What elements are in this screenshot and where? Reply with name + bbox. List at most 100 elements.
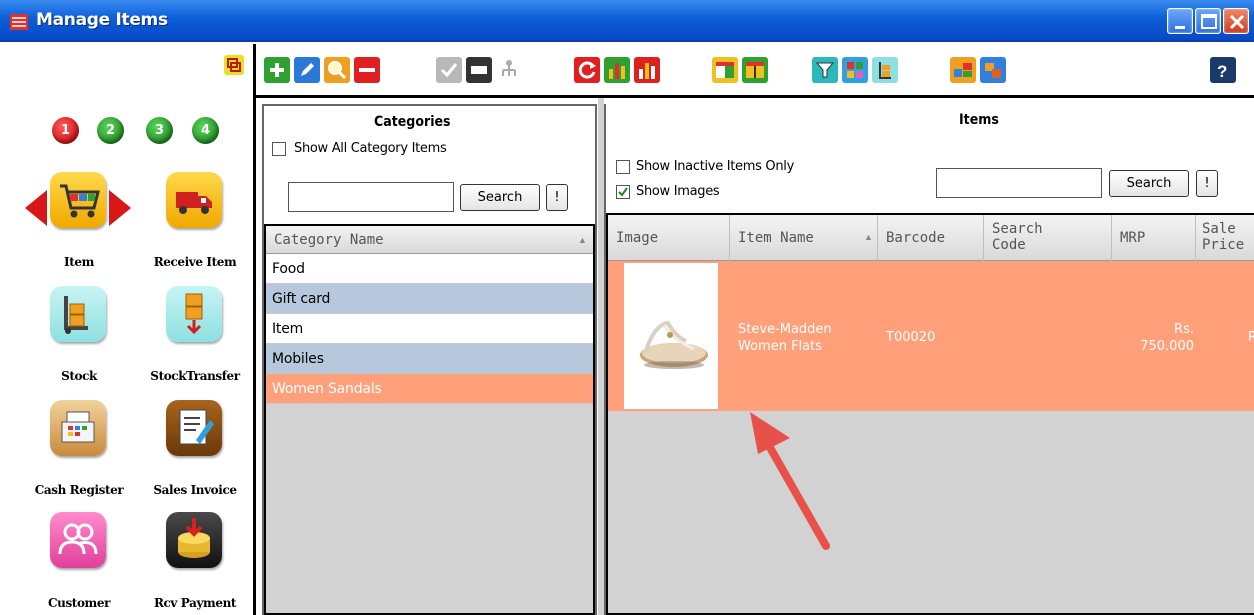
bar-chart-icon bbox=[609, 63, 625, 79]
items-pane: Items Show Inactive Items Only Show Imag… bbox=[604, 104, 1254, 615]
sort-ascending-icon: ▲ bbox=[864, 232, 873, 242]
receive-payment-icon bbox=[178, 518, 210, 558]
list-item[interactable]: Food bbox=[266, 254, 593, 284]
chart-red-button[interactable] bbox=[634, 57, 660, 83]
sale-price-column-header[interactable]: Sale Price bbox=[1196, 215, 1254, 261]
svg-text:?: ? bbox=[1217, 62, 1227, 81]
list-item[interactable]: Gift card bbox=[266, 284, 593, 314]
shopping-cart-icon bbox=[60, 184, 100, 218]
nav-tile-sales-invoice[interactable] bbox=[166, 400, 222, 456]
stock-button[interactable] bbox=[872, 57, 898, 83]
nav-label-stocktransfer: StockTransfer bbox=[150, 369, 240, 383]
nav-tile-item[interactable] bbox=[50, 172, 106, 228]
nav-label-receive-item: Receive Item bbox=[153, 255, 237, 269]
price-tag-icon bbox=[471, 66, 487, 74]
show-inactive-items-checkbox[interactable] bbox=[616, 160, 630, 174]
maximize-button[interactable] bbox=[1195, 8, 1221, 34]
nav-tile-receive-item[interactable] bbox=[166, 172, 222, 228]
toolbar: ? bbox=[256, 44, 1254, 98]
nav-label-cash-register: Cash Register bbox=[34, 483, 124, 497]
title-bar: Manage Items bbox=[0, 0, 1254, 42]
item-name-column-header[interactable]: Item Name bbox=[730, 215, 878, 261]
filter-icon bbox=[815, 62, 835, 78]
cash-register-icon bbox=[61, 411, 95, 443]
approve-button[interactable] bbox=[436, 57, 462, 83]
delivery-truck-icon bbox=[176, 192, 212, 214]
shopping-cart-icon bbox=[10, 14, 28, 30]
edit-button[interactable] bbox=[294, 57, 320, 83]
help-button[interactable]: ? bbox=[1210, 57, 1236, 83]
nav-label-rcv-payment: Rcv Payment bbox=[153, 596, 237, 610]
list-item[interactable]: Mobiles bbox=[266, 344, 593, 374]
sort-ascending-icon: ▲ bbox=[578, 235, 587, 245]
add-icon bbox=[270, 63, 284, 77]
checkmark-icon bbox=[618, 187, 628, 197]
barcode-cell: T00020 bbox=[886, 330, 936, 345]
tree-button[interactable] bbox=[496, 57, 522, 83]
export-icon bbox=[954, 63, 972, 77]
step-4-button[interactable]: 4 bbox=[192, 117, 219, 144]
table-columns-button[interactable] bbox=[712, 57, 738, 83]
nav-label-sales-invoice: Sales Invoice bbox=[153, 483, 237, 497]
close-button[interactable] bbox=[1223, 8, 1249, 34]
item-grid: Image Item Name ▲ Barcode Search Code MR… bbox=[606, 213, 1254, 615]
nav-tile-cash-register[interactable] bbox=[50, 400, 106, 456]
category-name-column-header[interactable]: Category Name bbox=[266, 226, 593, 254]
nav-tile-customer[interactable] bbox=[50, 512, 106, 568]
window-switch-icon[interactable] bbox=[223, 54, 245, 76]
table-row[interactable]: Steve-Madden Women Flats T00020 Rs. 750.… bbox=[608, 261, 1254, 411]
list-item[interactable]: Women Sandals bbox=[266, 374, 593, 404]
check-icon bbox=[440, 63, 458, 78]
delete-icon bbox=[359, 68, 375, 72]
categories-title: Categories bbox=[374, 114, 451, 130]
show-all-category-items-label: Show All Category Items bbox=[294, 141, 447, 156]
barcode-column-header[interactable]: Barcode bbox=[878, 215, 984, 261]
price-tag-button[interactable] bbox=[466, 57, 492, 83]
previous-arrow-icon[interactable] bbox=[25, 190, 47, 226]
add-button[interactable] bbox=[264, 57, 290, 83]
step-2-button[interactable]: 2 bbox=[97, 117, 124, 144]
table-header-button[interactable] bbox=[742, 57, 768, 83]
category-grid: Category Name ▲ Food Gift card Item Mobiles… bbox=[264, 224, 595, 615]
category-search-input[interactable] bbox=[288, 182, 454, 212]
table-header-icon bbox=[746, 62, 764, 78]
item-search-input[interactable] bbox=[936, 168, 1102, 198]
color-grid-button[interactable] bbox=[842, 57, 868, 83]
filter-button[interactable] bbox=[812, 57, 838, 83]
search-icon bbox=[328, 61, 347, 80]
search-button[interactable] bbox=[324, 57, 350, 83]
minimize-button[interactable] bbox=[1167, 8, 1193, 34]
search-code-column-header[interactable]: Search Code bbox=[984, 215, 1112, 261]
item-exclaim-button[interactable]: ! bbox=[1196, 170, 1218, 197]
import-button[interactable] bbox=[980, 57, 1006, 83]
step-3-button[interactable]: 3 bbox=[146, 117, 173, 144]
show-all-category-items-checkbox[interactable] bbox=[272, 142, 286, 156]
nav-tile-stocktransfer[interactable] bbox=[166, 286, 222, 342]
nav-label-stock: Stock bbox=[61, 369, 97, 383]
help-icon: ? bbox=[1217, 62, 1227, 81]
table-columns-icon bbox=[716, 62, 734, 78]
nav-tile-rcv-payment[interactable] bbox=[166, 512, 222, 568]
next-arrow-icon[interactable] bbox=[109, 190, 131, 226]
image-column-header[interactable]: Image bbox=[608, 215, 730, 261]
show-images-label: Show Images bbox=[636, 184, 720, 199]
item-search-button[interactable]: Search bbox=[1109, 170, 1189, 197]
export-button[interactable] bbox=[950, 57, 976, 83]
delete-button[interactable] bbox=[354, 57, 380, 83]
categories-pane: Categories Show All Category Items Searc… bbox=[262, 104, 597, 615]
category-search-button[interactable]: Search bbox=[460, 184, 540, 211]
refresh-icon bbox=[578, 61, 596, 79]
nav-tile-stock[interactable] bbox=[50, 286, 106, 342]
step-1-button[interactable]: 1 bbox=[52, 117, 79, 144]
refresh-button[interactable] bbox=[574, 57, 600, 83]
items-title: Items bbox=[959, 112, 999, 128]
show-images-checkbox[interactable] bbox=[616, 185, 630, 199]
import-icon bbox=[985, 63, 1001, 78]
list-item[interactable]: Item bbox=[266, 314, 593, 344]
category-exclaim-button[interactable]: ! bbox=[546, 184, 568, 211]
minimize-icon bbox=[1175, 26, 1185, 29]
annotation-arrow-icon bbox=[750, 412, 830, 550]
mrp-column-header[interactable]: MRP bbox=[1112, 215, 1196, 261]
chart-button[interactable] bbox=[604, 57, 630, 83]
nav-label-item: Item bbox=[64, 255, 94, 269]
